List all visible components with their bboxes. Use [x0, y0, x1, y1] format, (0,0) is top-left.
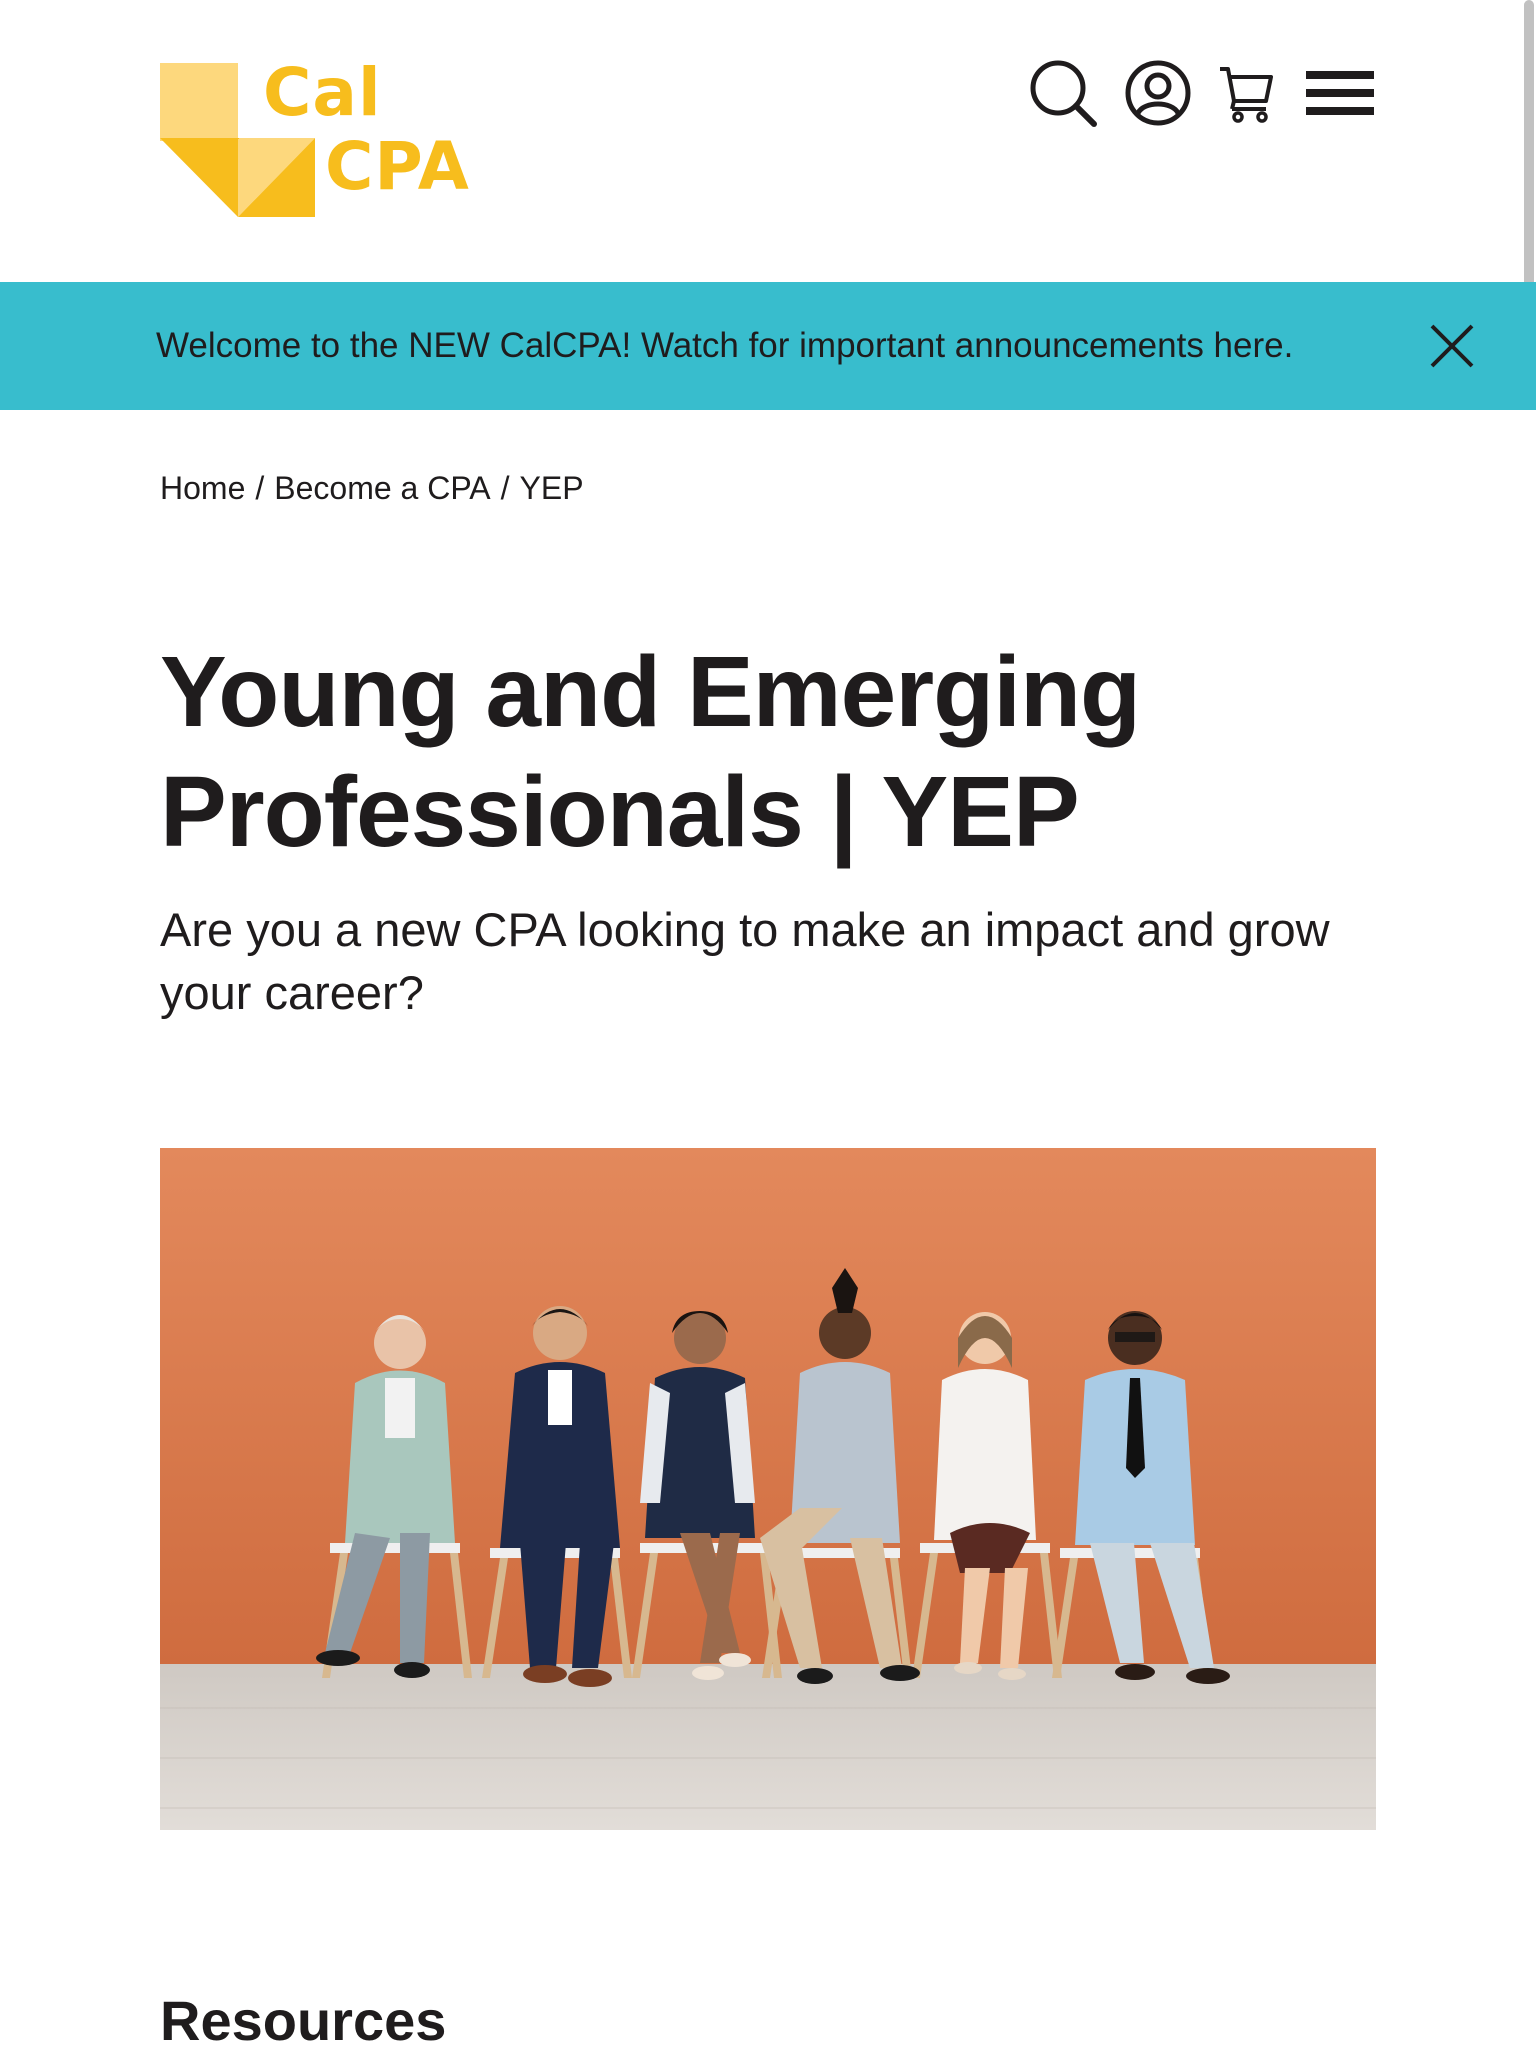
- resources-heading: Resources: [160, 1989, 447, 2052]
- logo-text-cpa: CPA: [325, 128, 470, 205]
- account-button[interactable]: [1124, 59, 1192, 127]
- search-button[interactable]: [1028, 58, 1098, 128]
- menu-button[interactable]: [1304, 63, 1376, 123]
- menu-icon: [1306, 71, 1374, 115]
- account-icon: [1125, 60, 1191, 126]
- breadcrumb: Home / Become a CPA / YEP: [160, 466, 584, 510]
- close-icon: [1430, 324, 1474, 368]
- announcement-banner: Welcome to the NEW CalCPA! Watch for imp…: [0, 282, 1536, 410]
- calcpa-logo[interactable]: Cal CPA: [160, 60, 490, 220]
- breadcrumb-separator: /: [500, 470, 510, 506]
- banner-close-button[interactable]: [1424, 318, 1480, 374]
- cart-button[interactable]: [1218, 63, 1274, 123]
- announcement-text: Welcome to the NEW CalCPA! Watch for imp…: [156, 326, 1294, 365]
- page-subtitle: Are you a new CPA looking to make an imp…: [160, 903, 1330, 1019]
- header-actions: [1028, 58, 1376, 128]
- page-title: Young and Emerging Professionals | YEP: [160, 636, 1141, 868]
- breadcrumb-separator: /: [255, 470, 265, 506]
- hero-photo-illustration: [160, 1148, 1376, 1830]
- site-header: Cal CPA: [0, 0, 1536, 282]
- breadcrumb-become-a-cpa[interactable]: Become a CPA: [274, 470, 490, 506]
- cart-icon: [1220, 67, 1273, 123]
- search-icon: [1030, 60, 1097, 127]
- page-scrollbar[interactable]: [1524, 0, 1534, 330]
- breadcrumb-current: YEP: [519, 470, 584, 506]
- hero-image: [160, 1148, 1376, 1830]
- breadcrumb-home[interactable]: Home: [160, 470, 245, 506]
- logo-text-cal: Cal: [263, 54, 382, 131]
